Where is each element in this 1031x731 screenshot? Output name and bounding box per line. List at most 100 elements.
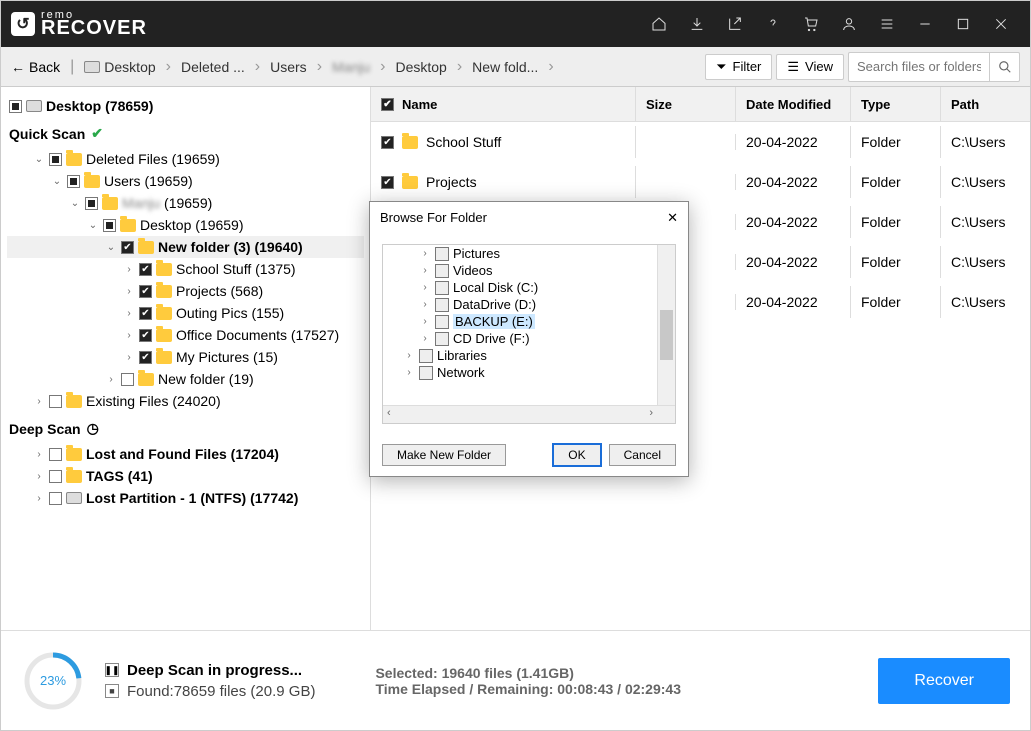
tree-row[interactable]: ⌄✔New folder (3) (19640) (7, 236, 364, 258)
dialog-tree-item[interactable]: › Network (383, 364, 675, 381)
maximize-button[interactable] (944, 1, 982, 47)
tree-row[interactable]: ›✔Office Documents (17527) (7, 324, 364, 346)
tree-row[interactable]: ›Existing Files (24020) (7, 390, 364, 412)
checkbox-icon[interactable] (121, 373, 134, 386)
checkbox-icon[interactable]: ✔ (381, 98, 394, 111)
tree-root[interactable]: Desktop (78659) (7, 95, 364, 117)
tree-row[interactable]: ⌄Manju (19659) (7, 192, 364, 214)
filter-button[interactable]: ⏷Filter (705, 54, 772, 80)
chevron-icon[interactable]: › (123, 330, 135, 341)
col-name[interactable]: ✔Name (371, 87, 636, 121)
checkbox-icon[interactable] (85, 197, 98, 210)
breadcrumb[interactable]: New fold... (472, 59, 538, 75)
user-icon[interactable] (830, 1, 868, 47)
checkbox-icon[interactable]: ✔ (139, 263, 152, 276)
ok-button[interactable]: OK (553, 444, 600, 466)
breadcrumb[interactable]: Manju (332, 59, 370, 75)
checkbox-icon[interactable]: ✔ (139, 351, 152, 364)
checkbox-icon[interactable] (49, 395, 62, 408)
chevron-icon[interactable]: › (123, 286, 135, 297)
tree-row[interactable]: ›Lost and Found Files (17204) (7, 443, 364, 465)
checkbox-icon[interactable] (49, 448, 62, 461)
download-icon[interactable] (678, 1, 716, 47)
checkbox-icon[interactable]: ✔ (381, 176, 394, 189)
table-row[interactable]: ✔School Stuff20-04-2022FolderC:\Users (371, 122, 1030, 162)
checkbox-icon[interactable]: ✔ (381, 136, 394, 149)
checkbox-icon[interactable] (67, 175, 80, 188)
dialog-tree-item[interactable]: › Local Disk (C:) (383, 279, 675, 296)
table-row[interactable]: ✔Projects20-04-2022FolderC:\Users (371, 162, 1030, 202)
dialog-tree-item[interactable]: › Libraries (383, 347, 675, 364)
tree-row[interactable]: ›✔Projects (568) (7, 280, 364, 302)
dialog-tree-item[interactable]: › BACKUP (E:) (383, 313, 675, 330)
back-button[interactable]: ← Back (11, 59, 60, 75)
breadcrumb[interactable]: Deleted ... (181, 59, 245, 75)
breadcrumb[interactable]: Users (270, 59, 307, 75)
minimize-button[interactable] (906, 1, 944, 47)
tree-row[interactable]: ›✔School Stuff (1375) (7, 258, 364, 280)
chevron-icon[interactable]: ⌄ (69, 198, 81, 209)
chevron-icon[interactable]: ⌄ (51, 176, 63, 187)
pause-icon[interactable]: ❚❚ (105, 663, 119, 677)
home-icon[interactable] (640, 1, 678, 47)
checkbox-icon[interactable]: ✔ (139, 307, 152, 320)
col-type[interactable]: Type (851, 87, 941, 121)
scrollbar-vertical[interactable] (657, 245, 675, 405)
chevron-icon[interactable]: › (123, 264, 135, 275)
chevron-icon[interactable]: › (403, 350, 415, 361)
chevron-icon[interactable]: › (123, 308, 135, 319)
export-icon[interactable] (716, 1, 754, 47)
chevron-icon[interactable]: › (419, 333, 431, 344)
checkbox-icon[interactable] (49, 153, 62, 166)
scrollbar-horizontal[interactable]: ‹› (383, 405, 675, 423)
chevron-icon[interactable]: › (419, 282, 431, 293)
make-new-folder-button[interactable]: Make New Folder (382, 444, 506, 466)
view-button[interactable]: ☰View (776, 54, 844, 80)
chevron-icon[interactable]: › (123, 352, 135, 363)
breadcrumb[interactable]: Desktop (84, 59, 155, 75)
search-input[interactable] (849, 54, 989, 79)
chevron-icon[interactable]: ⌄ (33, 154, 45, 165)
tree-row[interactable]: ⌄Users (19659) (7, 170, 364, 192)
checkbox-icon[interactable] (103, 219, 116, 232)
chevron-icon[interactable]: ⌄ (87, 220, 99, 231)
checkbox-icon[interactable]: ✔ (121, 241, 134, 254)
chevron-icon[interactable]: › (419, 248, 431, 259)
checkbox-icon[interactable] (9, 100, 22, 113)
dialog-tree-item[interactable]: › Pictures (383, 245, 675, 262)
chevron-icon[interactable]: › (105, 374, 117, 385)
search-button[interactable] (989, 53, 1019, 81)
tree-row[interactable]: ›New folder (19) (7, 368, 364, 390)
chevron-icon[interactable]: › (33, 449, 45, 460)
chevron-icon[interactable]: › (33, 471, 45, 482)
tree-row[interactable]: ›TAGS (41) (7, 465, 364, 487)
checkbox-icon[interactable] (49, 492, 62, 505)
chevron-icon[interactable]: › (403, 367, 415, 378)
tree-row[interactable]: ›✔My Pictures (15) (7, 346, 364, 368)
cart-icon[interactable] (792, 1, 830, 47)
tree-row[interactable]: ⌄Desktop (19659) (7, 214, 364, 236)
close-icon[interactable]: ✕ (667, 210, 678, 226)
col-size[interactable]: Size (636, 87, 736, 121)
dialog-tree-item[interactable]: › Videos (383, 262, 675, 279)
chevron-icon[interactable]: › (419, 316, 431, 327)
tree-row[interactable]: ⌄Deleted Files (19659) (7, 148, 364, 170)
stop-icon[interactable]: ■ (105, 684, 119, 698)
recover-button[interactable]: Recover (878, 658, 1010, 704)
breadcrumb[interactable]: Desktop (395, 59, 446, 75)
close-button[interactable] (982, 1, 1020, 47)
help-icon[interactable] (754, 1, 792, 47)
cancel-button[interactable]: Cancel (609, 444, 676, 466)
col-path[interactable]: Path (941, 87, 1030, 121)
col-date[interactable]: Date Modified (736, 87, 851, 121)
checkbox-icon[interactable] (49, 470, 62, 483)
dialog-tree[interactable]: › Pictures› Videos› Local Disk (C:)› Dat… (382, 244, 676, 424)
chevron-icon[interactable]: › (33, 396, 45, 407)
chevron-icon[interactable]: ⌄ (105, 242, 117, 253)
chevron-icon[interactable]: › (419, 265, 431, 276)
tree-row[interactable]: ›✔Outing Pics (155) (7, 302, 364, 324)
checkbox-icon[interactable]: ✔ (139, 285, 152, 298)
chevron-icon[interactable]: › (419, 299, 431, 310)
dialog-tree-item[interactable]: › DataDrive (D:) (383, 296, 675, 313)
chevron-icon[interactable]: › (33, 493, 45, 504)
